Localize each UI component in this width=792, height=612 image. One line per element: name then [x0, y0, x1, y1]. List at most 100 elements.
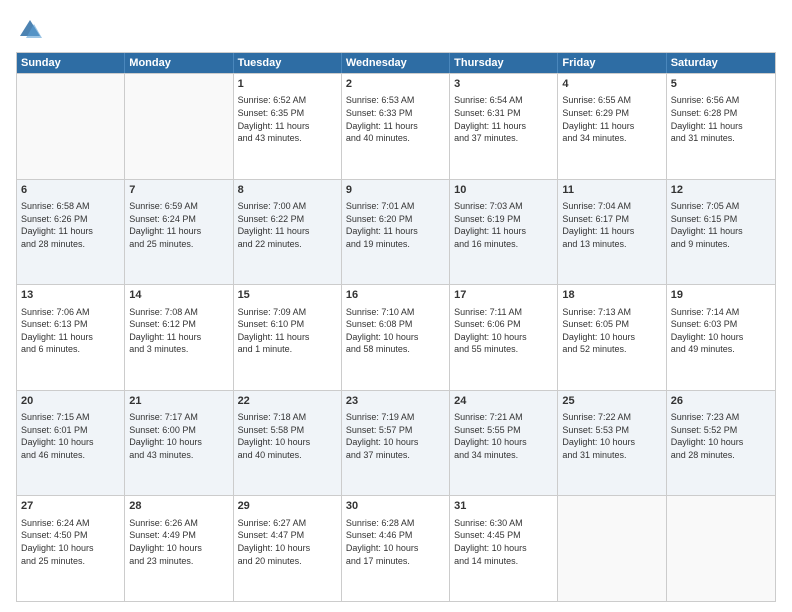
day-number: 13 — [21, 288, 120, 303]
cell-text-line: and 6 minutes. — [21, 343, 120, 356]
cell-text-line: Sunrise: 6:53 AM — [346, 94, 445, 107]
calendar-cell-15: 15Sunrise: 7:09 AMSunset: 6:10 PMDayligh… — [234, 285, 342, 390]
cell-text-line: Sunset: 6:35 PM — [238, 107, 337, 120]
cell-text-line: and 19 minutes. — [346, 238, 445, 251]
calendar-row: 13Sunrise: 7:06 AMSunset: 6:13 PMDayligh… — [17, 284, 775, 390]
day-number: 5 — [671, 77, 771, 92]
cell-text-line: Sunrise: 6:24 AM — [21, 517, 120, 530]
header-day-wednesday: Wednesday — [342, 53, 450, 73]
day-number: 3 — [454, 77, 553, 92]
calendar-cell-21: 21Sunrise: 7:17 AMSunset: 6:00 PMDayligh… — [125, 391, 233, 496]
calendar-cell-9: 9Sunrise: 7:01 AMSunset: 6:20 PMDaylight… — [342, 180, 450, 285]
calendar-cell-empty — [667, 496, 775, 601]
cell-text-line: and 17 minutes. — [346, 555, 445, 568]
cell-text-line: Sunrise: 7:00 AM — [238, 200, 337, 213]
cell-text-line: and 40 minutes. — [346, 132, 445, 145]
day-number: 30 — [346, 499, 445, 514]
cell-text-line: and 49 minutes. — [671, 343, 771, 356]
cell-text-line: Daylight: 10 hours — [671, 331, 771, 344]
day-number: 25 — [562, 394, 661, 409]
cell-text-line: and 3 minutes. — [129, 343, 228, 356]
day-number: 27 — [21, 499, 120, 514]
day-number: 21 — [129, 394, 228, 409]
calendar-cell-29: 29Sunrise: 6:27 AMSunset: 4:47 PMDayligh… — [234, 496, 342, 601]
calendar-cell-11: 11Sunrise: 7:04 AMSunset: 6:17 PMDayligh… — [558, 180, 666, 285]
cell-text-line: Sunrise: 7:01 AM — [346, 200, 445, 213]
cell-text-line: Daylight: 11 hours — [562, 225, 661, 238]
day-number: 9 — [346, 183, 445, 198]
cell-text-line: Sunrise: 7:17 AM — [129, 411, 228, 424]
day-number: 19 — [671, 288, 771, 303]
calendar-cell-16: 16Sunrise: 7:10 AMSunset: 6:08 PMDayligh… — [342, 285, 450, 390]
cell-text-line: Sunset: 6:33 PM — [346, 107, 445, 120]
cell-text-line: Daylight: 10 hours — [454, 331, 553, 344]
cell-text-line: Sunset: 6:20 PM — [346, 213, 445, 226]
calendar-row: 1Sunrise: 6:52 AMSunset: 6:35 PMDaylight… — [17, 73, 775, 179]
cell-text-line: Sunset: 6:01 PM — [21, 424, 120, 437]
header-day-friday: Friday — [558, 53, 666, 73]
cell-text-line: Sunset: 5:52 PM — [671, 424, 771, 437]
cell-text-line: Daylight: 11 hours — [21, 331, 120, 344]
cell-text-line: Sunset: 5:53 PM — [562, 424, 661, 437]
day-number: 31 — [454, 499, 553, 514]
calendar-cell-19: 19Sunrise: 7:14 AMSunset: 6:03 PMDayligh… — [667, 285, 775, 390]
day-number: 23 — [346, 394, 445, 409]
cell-text-line: and 28 minutes. — [21, 238, 120, 251]
cell-text-line: Sunrise: 7:19 AM — [346, 411, 445, 424]
calendar-cell-1: 1Sunrise: 6:52 AMSunset: 6:35 PMDaylight… — [234, 74, 342, 179]
calendar-cell-25: 25Sunrise: 7:22 AMSunset: 5:53 PMDayligh… — [558, 391, 666, 496]
header-day-saturday: Saturday — [667, 53, 775, 73]
cell-text-line: Sunrise: 7:18 AM — [238, 411, 337, 424]
calendar-cell-18: 18Sunrise: 7:13 AMSunset: 6:05 PMDayligh… — [558, 285, 666, 390]
cell-text-line: Sunrise: 7:04 AM — [562, 200, 661, 213]
day-number: 10 — [454, 183, 553, 198]
cell-text-line: and 20 minutes. — [238, 555, 337, 568]
cell-text-line: Daylight: 10 hours — [129, 436, 228, 449]
cell-text-line: Sunrise: 7:09 AM — [238, 306, 337, 319]
header — [16, 16, 776, 44]
cell-text-line: Sunrise: 7:22 AM — [562, 411, 661, 424]
calendar-cell-12: 12Sunrise: 7:05 AMSunset: 6:15 PMDayligh… — [667, 180, 775, 285]
day-number: 8 — [238, 183, 337, 198]
header-day-thursday: Thursday — [450, 53, 558, 73]
cell-text-line: Sunset: 5:58 PM — [238, 424, 337, 437]
cell-text-line: Sunset: 6:15 PM — [671, 213, 771, 226]
calendar-cell-7: 7Sunrise: 6:59 AMSunset: 6:24 PMDaylight… — [125, 180, 233, 285]
calendar-cell-4: 4Sunrise: 6:55 AMSunset: 6:29 PMDaylight… — [558, 74, 666, 179]
cell-text-line: Sunrise: 7:08 AM — [129, 306, 228, 319]
cell-text-line: and 13 minutes. — [562, 238, 661, 251]
header-day-monday: Monday — [125, 53, 233, 73]
cell-text-line: and 31 minutes. — [562, 449, 661, 462]
cell-text-line: Sunset: 4:47 PM — [238, 529, 337, 542]
logo — [16, 16, 48, 44]
cell-text-line: and 28 minutes. — [671, 449, 771, 462]
calendar-cell-20: 20Sunrise: 7:15 AMSunset: 6:01 PMDayligh… — [17, 391, 125, 496]
cell-text-line: Sunset: 6:13 PM — [21, 318, 120, 331]
calendar-cell-28: 28Sunrise: 6:26 AMSunset: 4:49 PMDayligh… — [125, 496, 233, 601]
cell-text-line: Sunset: 4:46 PM — [346, 529, 445, 542]
cell-text-line: Sunrise: 7:11 AM — [454, 306, 553, 319]
page: SundayMondayTuesdayWednesdayThursdayFrid… — [0, 0, 792, 612]
cell-text-line: Daylight: 10 hours — [346, 542, 445, 555]
cell-text-line: Sunrise: 6:59 AM — [129, 200, 228, 213]
cell-text-line: Daylight: 11 hours — [346, 120, 445, 133]
day-number: 22 — [238, 394, 337, 409]
cell-text-line: and 46 minutes. — [21, 449, 120, 462]
day-number: 16 — [346, 288, 445, 303]
cell-text-line: and 55 minutes. — [454, 343, 553, 356]
cell-text-line: Sunrise: 7:03 AM — [454, 200, 553, 213]
cell-text-line: and 52 minutes. — [562, 343, 661, 356]
calendar: SundayMondayTuesdayWednesdayThursdayFrid… — [16, 52, 776, 602]
cell-text-line: Sunrise: 7:05 AM — [671, 200, 771, 213]
day-number: 20 — [21, 394, 120, 409]
cell-text-line: Sunset: 6:17 PM — [562, 213, 661, 226]
cell-text-line: Sunrise: 6:28 AM — [346, 517, 445, 530]
cell-text-line: Sunset: 5:55 PM — [454, 424, 553, 437]
calendar-cell-27: 27Sunrise: 6:24 AMSunset: 4:50 PMDayligh… — [17, 496, 125, 601]
day-number: 15 — [238, 288, 337, 303]
cell-text-line: Sunrise: 6:26 AM — [129, 517, 228, 530]
calendar-cell-5: 5Sunrise: 6:56 AMSunset: 6:28 PMDaylight… — [667, 74, 775, 179]
cell-text-line: and 23 minutes. — [129, 555, 228, 568]
cell-text-line: and 25 minutes. — [21, 555, 120, 568]
calendar-cell-6: 6Sunrise: 6:58 AMSunset: 6:26 PMDaylight… — [17, 180, 125, 285]
